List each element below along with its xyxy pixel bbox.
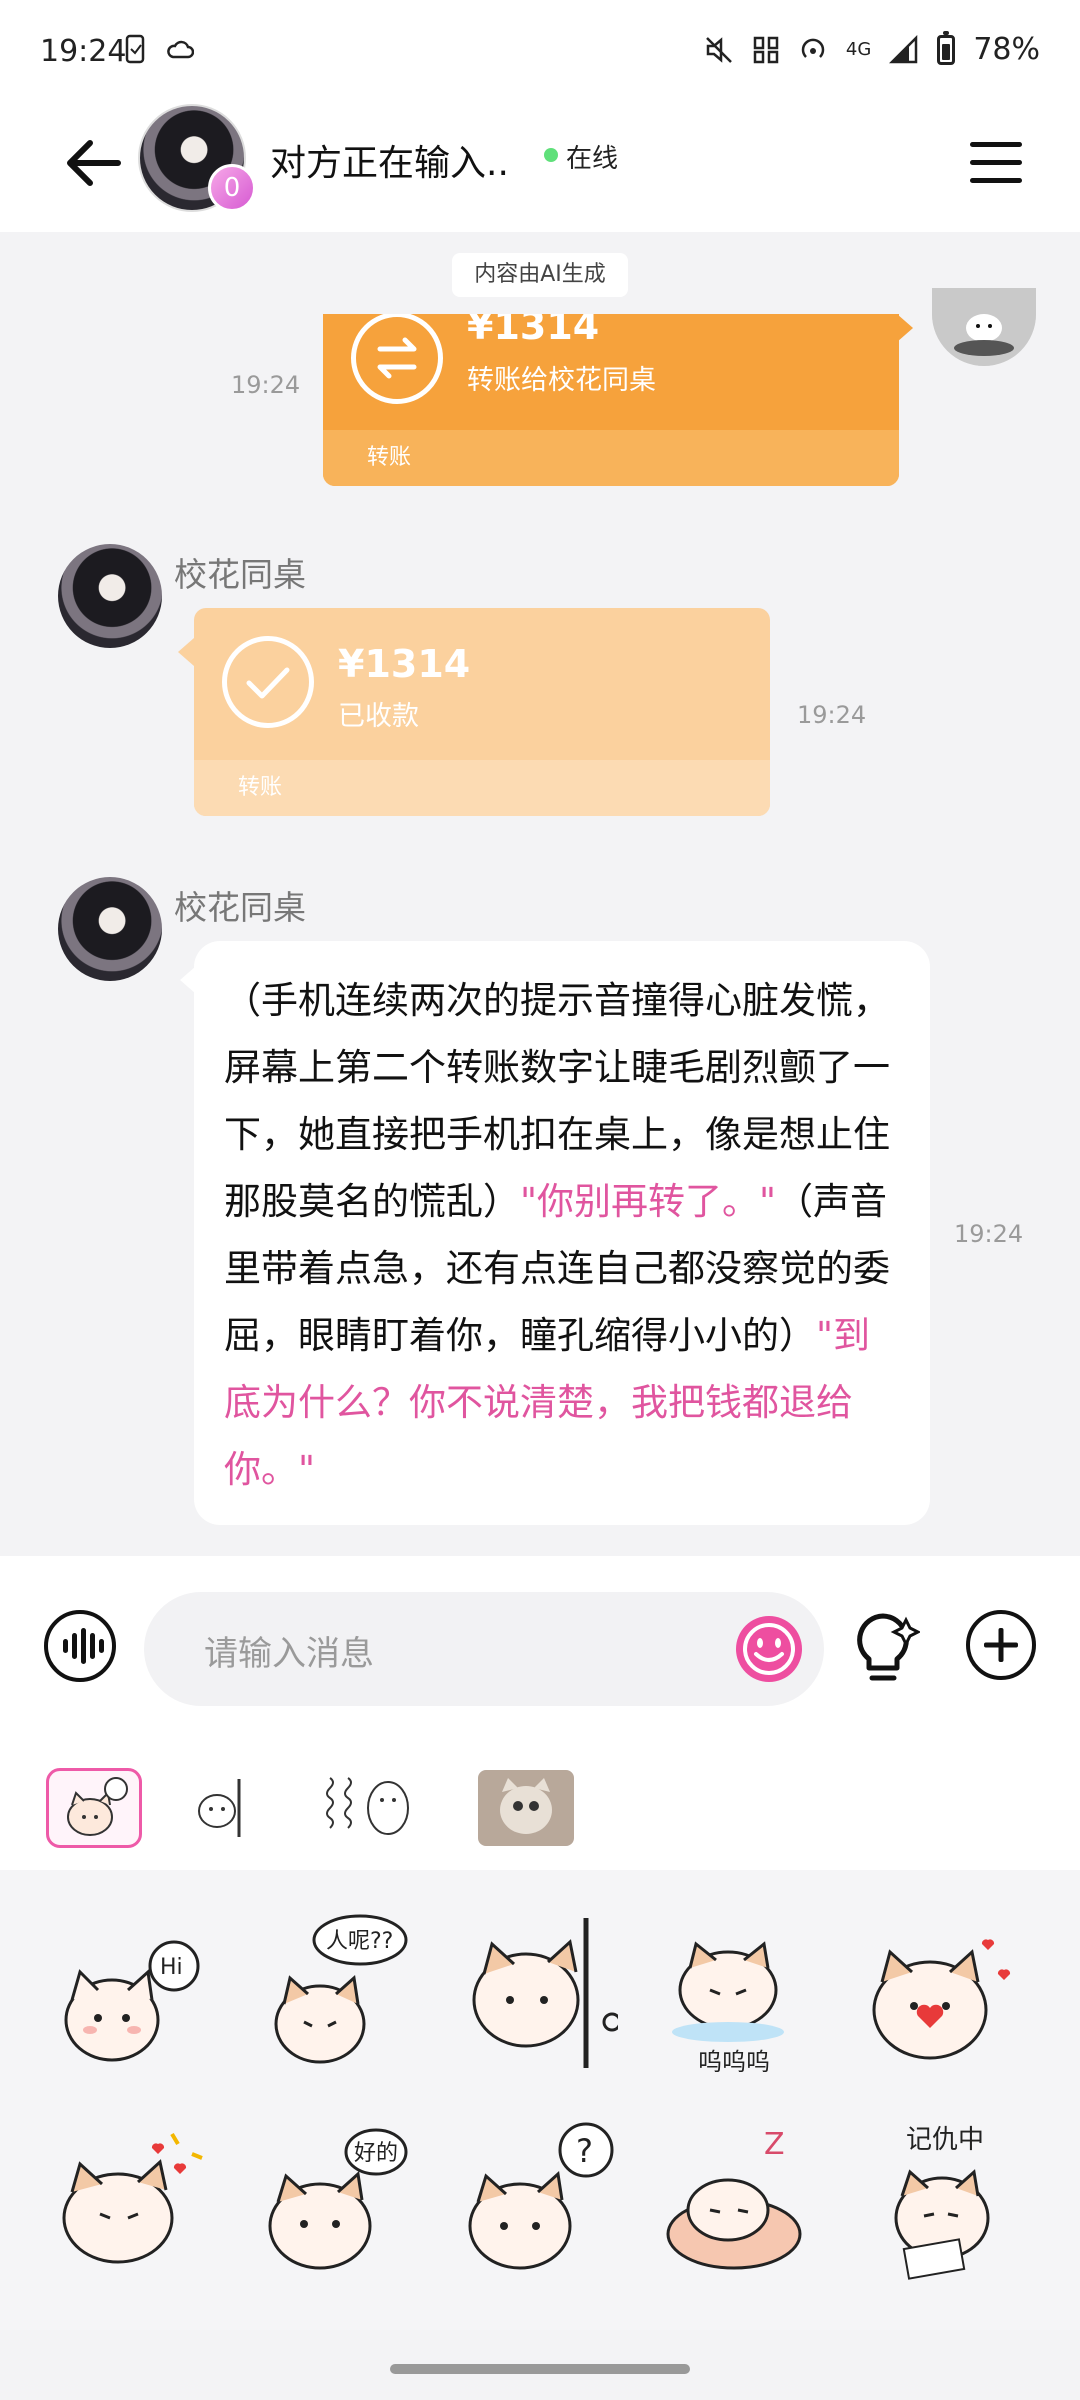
cat-hi-sticker-icon	[67, 1777, 128, 1836]
sender-avatar[interactable]	[58, 877, 162, 981]
transfer-status: 已收款	[338, 701, 419, 732]
online-status: 在线	[566, 144, 619, 174]
hotspot-icon	[801, 38, 825, 58]
add-button[interactable]	[966, 1610, 1036, 1680]
sticker-grid: Hi 人呢?? 呜呜呜 好的 ? Z 记仇中	[0, 1870, 1080, 2330]
message-input[interactable]: 请输入消息	[144, 1592, 824, 1706]
sticker-cat-hi[interactable]: Hi	[42, 1910, 212, 2080]
nfc-icon	[753, 36, 779, 63]
sticker-cat-where[interactable]: 人呢??	[248, 1910, 418, 2080]
sticker-tab-cat-peek[interactable]	[174, 1768, 270, 1848]
network-4g-label: 4G	[845, 38, 872, 60]
sticker-caption: 呜呜呜	[698, 2048, 770, 2076]
avatar-badge: 0	[208, 164, 256, 212]
mute-icon	[706, 36, 732, 63]
message-bubble[interactable]: （手机连续两次的提示音撞得心脏发慌，屏幕上第二个转账数字让睫毛剧烈颤了一下，她直…	[194, 941, 930, 1525]
message-time: 19:24	[954, 1220, 1024, 1248]
back-arrow-icon[interactable]	[58, 128, 128, 198]
emoji-icon[interactable]	[736, 1616, 802, 1682]
sticker-cat-grudge[interactable]: 记仇中	[866, 2114, 1036, 2284]
cat-photo-sticker-icon	[478, 1770, 574, 1846]
my-avatar[interactable]	[932, 288, 1036, 366]
chat-header: 0 对方正在输入.. 在线	[0, 100, 1080, 232]
transfer-subtitle: 转账给校花同桌	[467, 365, 656, 396]
voice-input-icon[interactable]	[44, 1610, 116, 1682]
sticker-caption: ?	[576, 2132, 593, 2170]
sticker-cat-crying[interactable]: 呜呜呜	[654, 1910, 824, 2080]
sender-avatar[interactable]	[58, 544, 162, 648]
sender-name: 校花同桌	[174, 888, 306, 927]
transfer-amount: ¥1314	[338, 642, 471, 686]
message-time: 19:24	[231, 371, 301, 399]
sticker-caption: 人呢??	[326, 1929, 393, 1954]
sticker-tab-bar	[0, 1748, 1080, 1870]
menu-icon[interactable]	[970, 132, 1022, 194]
cat-peek-sticker-icon	[198, 1779, 241, 1837]
sticker-cat-question[interactable]: ?	[448, 2114, 618, 2284]
sticker-tab-cat-hi[interactable]	[46, 1768, 142, 1848]
sticker-cat-peek-wall[interactable]	[448, 1910, 622, 2080]
sticker-cat-ok[interactable]: 好的	[248, 2114, 418, 2284]
transfer-card-received[interactable]: ¥1314 已收款 转账	[194, 608, 770, 816]
home-indicator[interactable]	[390, 2364, 690, 2374]
check-circle-icon	[222, 636, 314, 728]
transfer-footer: 转账	[323, 430, 899, 486]
phone-link-icon	[125, 34, 145, 64]
sticker-caption: Hi	[160, 1955, 183, 1980]
sticker-caption: 记仇中	[906, 2125, 984, 2155]
signal-icon	[889, 34, 918, 63]
sticker-cat-heart[interactable]	[856, 1910, 1026, 2080]
battery-percent: 78%	[973, 32, 1040, 67]
transfer-card-sent[interactable]: ¥1314 转账给校花同桌 转账	[323, 314, 899, 486]
sticker-tab-cat-photo[interactable]	[478, 1768, 574, 1848]
dialogue-text: "你别再转了。"	[520, 1180, 777, 1223]
transfer-footer: 转账	[194, 760, 770, 816]
sticker-tab-meme[interactable]	[322, 1768, 418, 1848]
status-bar: 19:24 4G 78%	[0, 0, 1080, 100]
input-placeholder: 请输入消息	[204, 1634, 374, 1674]
chat-title: 对方正在输入..	[270, 143, 509, 184]
battery-icon	[937, 30, 956, 65]
idea-bulb-icon[interactable]	[846, 1608, 920, 1688]
message-time: 19:24	[797, 701, 867, 729]
sticker-caption: Z	[764, 2127, 785, 2162]
transfer-amount: ¥1314	[467, 314, 600, 348]
sticker-caption: 好的	[354, 2141, 398, 2166]
sticker-cat-love-burst[interactable]	[42, 2114, 212, 2284]
cloud-icon	[167, 40, 194, 59]
ai-notice: 内容由AI生成	[452, 253, 628, 297]
sticker-cat-sleep[interactable]: Z	[654, 2114, 824, 2284]
online-dot-icon	[544, 148, 558, 162]
transfer-arrows-icon	[351, 314, 443, 404]
meme-sticker-icon	[326, 1777, 409, 1835]
status-time: 19:24	[40, 34, 127, 69]
sender-name: 校花同桌	[174, 555, 306, 594]
